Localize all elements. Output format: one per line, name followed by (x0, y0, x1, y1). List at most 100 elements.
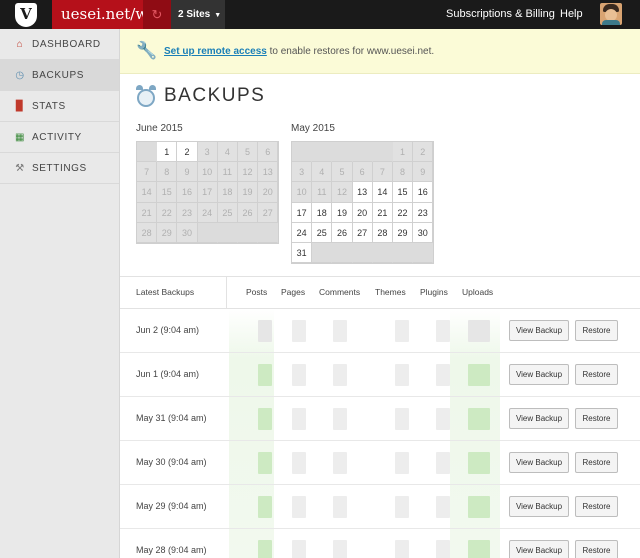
restore-button[interactable]: Restore (575, 408, 618, 429)
calendar-day[interactable]: 15 (392, 182, 414, 203)
sidebar-item-backups[interactable]: ◷ BACKUPS (0, 60, 119, 91)
calendar-day[interactable]: 31 (292, 242, 313, 264)
restore-button[interactable]: Restore (575, 540, 618, 558)
calendar-day[interactable]: 16 (413, 182, 434, 203)
calendar-month-label: May 2015 (291, 123, 335, 134)
alarm-clock-icon (136, 85, 156, 107)
change-indicator (258, 320, 272, 342)
calendar-day[interactable]: 14 (372, 182, 393, 203)
calendar-empty-cell (413, 242, 434, 264)
change-indicator (258, 496, 272, 518)
calendar-day[interactable]: 28 (372, 222, 393, 243)
view-backup-button[interactable]: View Backup (509, 320, 569, 341)
change-indicator (436, 540, 450, 558)
calendar-empty-cell (352, 242, 373, 264)
change-indicator (292, 452, 306, 474)
restore-button[interactable]: Restore (575, 452, 618, 473)
page-title: BACKUPS (164, 85, 266, 106)
change-indicator (468, 364, 490, 386)
table-row: Jun 2 (9:04 am) View Backup Restore (120, 309, 640, 353)
site-title[interactable]: uesei.net/wp (52, 0, 158, 29)
change-indicator (333, 408, 347, 430)
help-link[interactable]: Help (560, 0, 583, 29)
calendar-day[interactable]: 2 (177, 142, 198, 163)
calendar-day: 13 (258, 162, 279, 183)
change-indicator (333, 540, 347, 558)
calendar-day: 21 (137, 202, 158, 223)
sidebar-item-label: STATS (32, 100, 66, 112)
restore-button[interactable]: Restore (575, 320, 618, 341)
change-indicator (468, 408, 490, 430)
backup-date: Jun 2 (9:04 am) (136, 325, 200, 335)
top-bar: V uesei.net/wp ↻ 2 Sites ▼ Subscriptions … (0, 0, 640, 29)
setup-remote-access-link[interactable]: Set up remote access (164, 46, 267, 57)
header-pages: Pages (281, 287, 306, 297)
change-indicator (468, 496, 490, 518)
sidebar-item-settings[interactable]: ⚒ SETTINGS (0, 153, 119, 184)
calendar-day: 6 (258, 142, 279, 163)
calendar-day: 4 (312, 162, 333, 183)
header-latest-backups: Latest Backups (136, 287, 195, 297)
calendar-day[interactable]: 1 (157, 142, 178, 163)
subscriptions-link[interactable]: Subscriptions & Billing (446, 0, 555, 29)
calendar-day[interactable]: 18 (312, 202, 333, 223)
calendar-day[interactable]: 24 (292, 222, 313, 243)
view-backup-button[interactable]: View Backup (509, 540, 569, 558)
change-indicator (292, 540, 306, 558)
change-indicator (436, 496, 450, 518)
change-indicator (395, 452, 409, 474)
table-row: May 28 (9:04 am) View Backup Restore (120, 529, 640, 558)
calendar-day[interactable]: 25 (312, 222, 333, 243)
calendar-day[interactable]: 13 (352, 182, 373, 203)
calendar-day[interactable]: 27 (352, 222, 373, 243)
calendar-day[interactable]: 17 (292, 202, 313, 223)
change-indicator (395, 364, 409, 386)
sidebar-item-activity[interactable]: ▦ ACTIVITY (0, 122, 119, 153)
sidebar-item-dashboard[interactable]: ⌂ DASHBOARD (0, 29, 119, 60)
change-indicator (258, 364, 272, 386)
calendar-day: 6 (352, 162, 373, 183)
sidebar: ⌂ DASHBOARD ◷ BACKUPS ▉ STATS ▦ ACTIVITY… (0, 29, 120, 558)
view-backup-button[interactable]: View Backup (509, 364, 569, 385)
calendar-empty-cell (332, 142, 353, 163)
change-indicator (333, 320, 347, 342)
calendar-day: 26 (237, 202, 259, 223)
notice-message: Set up remote access to enable restores … (164, 29, 434, 74)
view-backup-button[interactable]: View Backup (509, 452, 569, 473)
view-backup-button[interactable]: View Backup (509, 496, 569, 517)
calendar-day: 18 (217, 182, 238, 203)
calendar-day[interactable]: 29 (392, 222, 414, 243)
calendar-empty-cell (197, 222, 218, 243)
calendar-day: 12 (332, 182, 353, 203)
change-indicator (292, 320, 306, 342)
backup-date: May 30 (9:04 am) (136, 457, 207, 467)
vaultpress-logo[interactable]: V (0, 0, 52, 29)
calendar-day[interactable]: 20 (352, 202, 373, 223)
change-indicator (258, 540, 272, 558)
calendar-day[interactable]: 30 (413, 222, 434, 243)
sync-icon[interactable]: ↻ (143, 0, 171, 29)
calendar-day: 16 (177, 182, 198, 203)
sites-dropdown[interactable]: 2 Sites ▼ (171, 0, 225, 29)
calendar-day: 14 (137, 182, 158, 203)
calendar-day: 29 (157, 222, 178, 243)
calendar-empty-cell (392, 242, 414, 264)
calendar-day: 7 (372, 162, 393, 183)
calendar-day[interactable]: 21 (372, 202, 393, 223)
table-row: May 29 (9:04 am) View Backup Restore (120, 485, 640, 529)
sidebar-item-stats[interactable]: ▉ STATS (0, 91, 119, 122)
restore-button[interactable]: Restore (575, 364, 618, 385)
calendar-empty-cell (312, 142, 333, 163)
calendar-day[interactable]: 22 (392, 202, 414, 223)
calendar-day: 11 (217, 162, 238, 183)
avatar[interactable] (600, 3, 622, 25)
restore-button[interactable]: Restore (575, 496, 618, 517)
header-posts: Posts (246, 287, 268, 297)
view-backup-button[interactable]: View Backup (509, 408, 569, 429)
calendar-day: 11 (312, 182, 333, 203)
calendar-empty-cell (217, 222, 238, 243)
header-plugins: Plugins (420, 287, 448, 297)
calendar-day[interactable]: 26 (332, 222, 353, 243)
calendar-day[interactable]: 19 (332, 202, 353, 223)
calendar-day[interactable]: 23 (413, 202, 434, 223)
